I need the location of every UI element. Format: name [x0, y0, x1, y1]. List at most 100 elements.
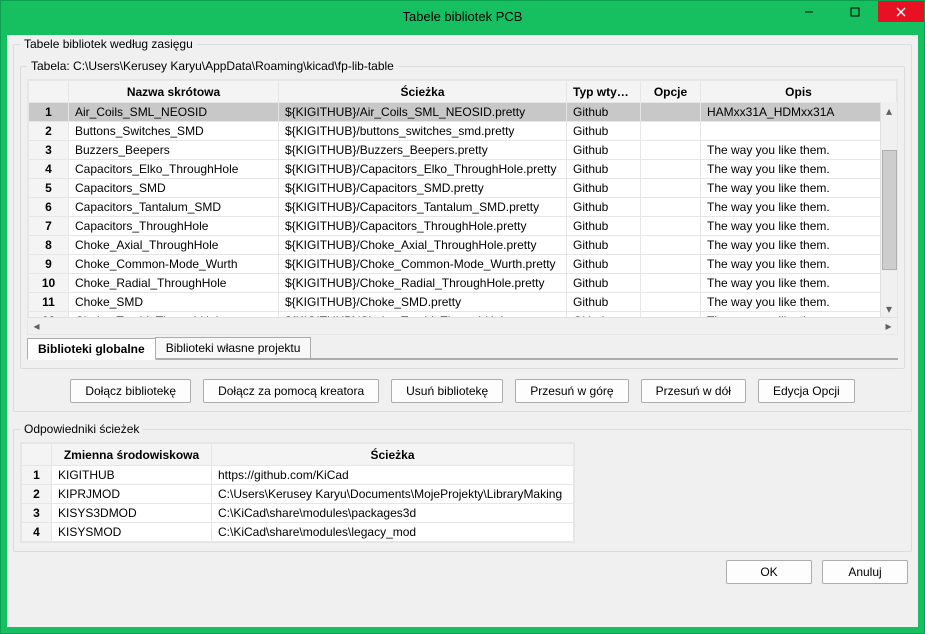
cell-name[interactable]: Choke_SMD	[69, 293, 279, 312]
tab-project[interactable]: Biblioteki własne projektu	[155, 337, 312, 359]
scroll-left-icon[interactable]: ◂	[28, 318, 45, 335]
table-row[interactable]: 7Capacitors_ThroughHole${KIGITHUB}/Capac…	[29, 217, 897, 236]
cell-opts[interactable]	[641, 274, 701, 293]
cell-desc[interactable]: The way you like them.	[701, 293, 897, 312]
cell-name[interactable]: Buzzers_Beepers	[69, 141, 279, 160]
cell-path[interactable]: ${KIGITHUB}/buttons_switches_smd.pretty	[279, 122, 567, 141]
maximize-button[interactable]	[832, 1, 878, 22]
cell-desc[interactable]: The way you like them.	[701, 217, 897, 236]
tab-global[interactable]: Biblioteki globalne	[27, 338, 156, 360]
cell-plugin[interactable]: Github	[567, 179, 641, 198]
cell-opts[interactable]	[641, 179, 701, 198]
scroll-up-icon[interactable]: ▴	[881, 102, 898, 119]
cell-env-path[interactable]: C:\KiCad\share\modules\packages3d	[212, 504, 574, 523]
cell-plugin[interactable]: Github	[567, 160, 641, 179]
options-editor-button[interactable]: Edycja Opcji	[758, 379, 855, 403]
cell-path[interactable]: ${KIGITHUB}/Air_Coils_SML_NEOSID.pretty	[279, 103, 567, 122]
scroll-right-icon[interactable]: ▸	[880, 318, 897, 335]
cell-name[interactable]: Choke_Axial_ThroughHole	[69, 236, 279, 255]
env-header-var[interactable]: Zmienna środowiskowa	[52, 444, 212, 466]
table-row[interactable]: 1KIGITHUBhttps://github.com/KiCad	[22, 466, 574, 485]
table-row[interactable]: 1Air_Coils_SML_NEOSID${KIGITHUB}/Air_Coi…	[29, 103, 897, 122]
cell-name[interactable]: Choke_Common-Mode_Wurth	[69, 255, 279, 274]
cell-path[interactable]: ${KIGITHUB}/Choke_Common-Mode_Wurth.pret…	[279, 255, 567, 274]
move-up-button[interactable]: Przesuń w górę	[515, 379, 628, 403]
ok-button[interactable]: OK	[726, 560, 812, 584]
table-row[interactable]: 4Capacitors_Elko_ThroughHole${KIGITHUB}/…	[29, 160, 897, 179]
header-opts[interactable]: Opcje	[641, 81, 701, 103]
append-wizard-button[interactable]: Dołącz za pomocą kreatora	[203, 379, 379, 403]
cell-desc[interactable]: The way you like them.	[701, 255, 897, 274]
cell-name[interactable]: Capacitors_Tantalum_SMD	[69, 198, 279, 217]
cell-name[interactable]: Buttons_Switches_SMD	[69, 122, 279, 141]
cell-desc[interactable]: The way you like them.	[701, 274, 897, 293]
cell-path[interactable]: ${KIGITHUB}/Choke_SMD.pretty	[279, 293, 567, 312]
cell-env-path[interactable]: C:\Users\Kerusey Karyu\Documents\MojePro…	[212, 485, 574, 504]
cell-env-var[interactable]: KISYS3DMOD	[52, 504, 212, 523]
table-row[interactable]: 9Choke_Common-Mode_Wurth${KIGITHUB}/Chok…	[29, 255, 897, 274]
cell-opts[interactable]	[641, 198, 701, 217]
cell-path[interactable]: ${KIGITHUB}/Capacitors_Elko_ThroughHole.…	[279, 160, 567, 179]
header-path[interactable]: Ścieżka	[279, 81, 567, 103]
cell-path[interactable]: ${KIGITHUB}/Choke_Radial_ThroughHole.pre…	[279, 274, 567, 293]
hscroll-track[interactable]	[45, 318, 880, 334]
cell-plugin[interactable]: Github	[567, 122, 641, 141]
table-row[interactable]: 2Buttons_Switches_SMD${KIGITHUB}/buttons…	[29, 122, 897, 141]
cell-plugin[interactable]: Github	[567, 255, 641, 274]
scroll-down-icon[interactable]: ▾	[881, 300, 898, 317]
table-row[interactable]: 3KISYS3DMODC:\KiCad\share\modules\packag…	[22, 504, 574, 523]
cell-plugin[interactable]: Github	[567, 293, 641, 312]
append-library-button[interactable]: Dołącz bibliotekę	[70, 379, 191, 403]
library-table[interactable]: Nazwa skrótowa Ścieżka Typ wtyczki Opcje…	[28, 80, 897, 331]
cell-path[interactable]: ${KIGITHUB}/Capacitors_ThroughHole.prett…	[279, 217, 567, 236]
cell-opts[interactable]	[641, 160, 701, 179]
cell-desc[interactable]: The way you like them.	[701, 236, 897, 255]
cell-name[interactable]: Air_Coils_SML_NEOSID	[69, 103, 279, 122]
env-table[interactable]: Zmienna środowiskowa Ścieżka 1KIGITHUBht…	[21, 443, 574, 542]
cell-opts[interactable]	[641, 217, 701, 236]
cell-name[interactable]: Capacitors_SMD	[69, 179, 279, 198]
cell-desc[interactable]: The way you like them.	[701, 198, 897, 217]
cell-env-var[interactable]: KIPRJMOD	[52, 485, 212, 504]
cell-path[interactable]: ${KIGITHUB}/Choke_Axial_ThroughHole.pret…	[279, 236, 567, 255]
cell-plugin[interactable]: Github	[567, 141, 641, 160]
remove-library-button[interactable]: Usuń bibliotekę	[391, 379, 503, 403]
cell-path[interactable]: ${KIGITHUB}/Buzzers_Beepers.pretty	[279, 141, 567, 160]
table-row[interactable]: 11Choke_SMD${KIGITHUB}/Choke_SMD.prettyG…	[29, 293, 897, 312]
cell-name[interactable]: Capacitors_Elko_ThroughHole	[69, 160, 279, 179]
cell-plugin[interactable]: Github	[567, 198, 641, 217]
header-plugin[interactable]: Typ wtyczki	[567, 81, 641, 103]
cell-opts[interactable]	[641, 255, 701, 274]
close-button[interactable]	[878, 1, 924, 22]
cell-path[interactable]: ${KIGITHUB}/Capacitors_Tantalum_SMD.pret…	[279, 198, 567, 217]
cell-opts[interactable]	[641, 141, 701, 160]
cell-env-path[interactable]: C:\KiCad\share\modules\legacy_mod	[212, 523, 574, 542]
minimize-button[interactable]	[786, 1, 832, 22]
vertical-scrollbar[interactable]: ▴ ▾	[880, 102, 897, 317]
table-row[interactable]: 5Capacitors_SMD${KIGITHUB}/Capacitors_SM…	[29, 179, 897, 198]
cell-desc[interactable]	[701, 122, 897, 141]
cell-desc[interactable]: The way you like them.	[701, 179, 897, 198]
cell-name[interactable]: Capacitors_ThroughHole	[69, 217, 279, 236]
cell-desc[interactable]: The way you like them.	[701, 141, 897, 160]
table-row[interactable]: 8Choke_Axial_ThroughHole${KIGITHUB}/Chok…	[29, 236, 897, 255]
cell-name[interactable]: Choke_Radial_ThroughHole	[69, 274, 279, 293]
scroll-thumb[interactable]	[882, 150, 897, 270]
cell-env-var[interactable]: KIGITHUB	[52, 466, 212, 485]
table-row[interactable]: 4KISYSMODC:\KiCad\share\modules\legacy_m…	[22, 523, 574, 542]
cell-plugin[interactable]: Github	[567, 274, 641, 293]
cell-desc[interactable]: The way you like them.	[701, 160, 897, 179]
cell-path[interactable]: ${KIGITHUB}/Capacitors_SMD.pretty	[279, 179, 567, 198]
table-row[interactable]: 6Capacitors_Tantalum_SMD${KIGITHUB}/Capa…	[29, 198, 897, 217]
cell-opts[interactable]	[641, 236, 701, 255]
cell-opts[interactable]	[641, 122, 701, 141]
cell-plugin[interactable]: Github	[567, 236, 641, 255]
table-row[interactable]: 3Buzzers_Beepers${KIGITHUB}/Buzzers_Beep…	[29, 141, 897, 160]
cancel-button[interactable]: Anuluj	[822, 560, 908, 584]
cell-plugin[interactable]: Github	[567, 217, 641, 236]
table-row[interactable]: 2KIPRJMODC:\Users\Kerusey Karyu\Document…	[22, 485, 574, 504]
cell-env-path[interactable]: https://github.com/KiCad	[212, 466, 574, 485]
horizontal-scrollbar[interactable]: ◂ ▸	[28, 317, 897, 334]
header-name[interactable]: Nazwa skrótowa	[69, 81, 279, 103]
cell-plugin[interactable]: Github	[567, 103, 641, 122]
